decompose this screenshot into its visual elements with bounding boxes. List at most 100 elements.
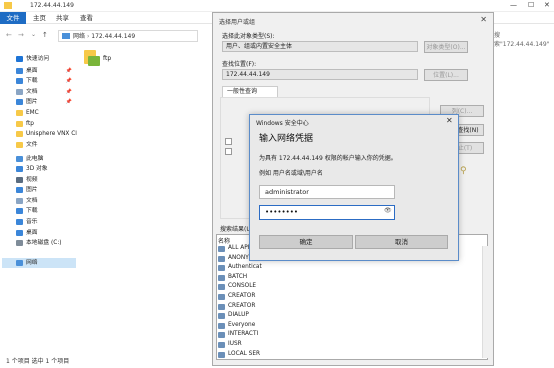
list-item[interactable]: CONSOLE — [218, 282, 338, 292]
sidebar-item-label: 音乐 — [26, 219, 38, 225]
sidebar-item[interactable]: 文档 — [2, 196, 76, 206]
minimize-icon[interactable]: — — [510, 1, 517, 9]
sidebar-item[interactable]: 桌面 📌 — [2, 66, 76, 76]
close-icon[interactable]: ✕ — [446, 116, 453, 125]
folder-icon — [16, 240, 23, 246]
tab-home[interactable]: 主页 — [33, 12, 46, 24]
list-item-label: CREATOR — [228, 302, 256, 309]
list-item-label: Everyone — [228, 321, 256, 328]
user-group-icon — [218, 284, 225, 291]
sidebar-item[interactable]: 文件 — [2, 140, 76, 150]
user-group-icon — [218, 342, 225, 348]
tab-share[interactable]: 共享 — [56, 12, 69, 24]
list-item-label: INTERACTI — [228, 331, 259, 338]
sidebar-item[interactable]: ftp — [2, 119, 76, 129]
sidebar-item-label: 文档 — [26, 198, 38, 204]
list-item[interactable]: CREATOR — [218, 292, 338, 302]
maximize-icon[interactable]: ☐ — [528, 1, 534, 9]
folder-icon — [16, 131, 23, 137]
sidebar-item[interactable]: 音乐 — [2, 217, 76, 227]
password-field[interactable]: •••••••• — [259, 205, 395, 220]
sidebar-item[interactable]: 桌面 — [2, 228, 76, 238]
sidebar-item-label: ftp — [26, 121, 34, 127]
folder-icon — [16, 166, 23, 172]
folder-icon — [16, 99, 23, 105]
sidebar-item[interactable]: 下载 — [2, 206, 76, 216]
sidebar-item[interactable]: Unisphere VNX Cl — [2, 129, 77, 139]
folder-icon — [16, 208, 23, 214]
status-bar: 1 个项目 选中 1 个项目 — [6, 358, 70, 365]
sidebar-item-label: 桌面 — [26, 68, 38, 74]
close-icon[interactable]: ✕ — [480, 15, 487, 24]
sidebar-item[interactable]: 网络 — [2, 258, 76, 268]
network-icon — [62, 33, 70, 39]
folder-icon — [16, 110, 23, 116]
search-icon: ⚲ — [460, 166, 467, 176]
sidebar-item-label: 图片 — [26, 99, 38, 105]
checkbox[interactable] — [225, 148, 232, 155]
list-item-label: DIALUP — [228, 312, 249, 319]
sidebar-item-label: 图片 — [26, 187, 38, 193]
folder-icon — [16, 260, 23, 266]
tab-view[interactable]: 查看 — [80, 12, 93, 24]
folder-icon — [16, 121, 23, 127]
username-field[interactable]: administrator — [259, 185, 395, 199]
close-icon[interactable]: ✕ — [544, 1, 550, 9]
breadcrumb-network[interactable]: 网络 — [73, 33, 85, 40]
list-item[interactable]: Everyone — [218, 321, 338, 331]
list-item[interactable]: INTERACTI — [218, 330, 338, 340]
list-item[interactable]: CREATOR — [218, 302, 338, 312]
sidebar-item[interactable]: 3D 对象 — [2, 164, 76, 174]
up-icon[interactable]: ↑ — [42, 31, 48, 39]
forward-icon[interactable]: → — [18, 31, 24, 39]
credentials-example: 例如 用户名或域\用户名 — [259, 170, 323, 177]
folder-icon — [16, 68, 23, 74]
sidebar-item[interactable]: 快速访问 — [2, 54, 76, 64]
folder-item-ftp[interactable]: ftp — [103, 55, 111, 62]
folder-icon — [16, 187, 23, 193]
list-item[interactable]: BATCH — [218, 273, 338, 283]
folder-icon — [16, 177, 23, 183]
sidebar-item[interactable]: 下载 📌 — [2, 76, 76, 86]
sidebar-item-label: 下载 — [26, 208, 38, 214]
list-item-label: ALL APP — [228, 245, 252, 251]
sidebar-item-label: 视频 — [26, 177, 38, 183]
credentials-heading: 输入网络凭据 — [259, 134, 314, 144]
sidebar-item[interactable]: 图片 — [2, 185, 76, 195]
tab-general-query[interactable]: 一般性查询 — [222, 86, 278, 97]
sidebar-item-label: Unisphere VNX Cl — [26, 131, 77, 137]
tab-file[interactable]: 文件 — [0, 12, 26, 24]
folder-icon — [16, 89, 23, 95]
breadcrumb-host[interactable]: 172.44.44.149 — [91, 33, 135, 40]
sidebar-item[interactable]: 此电脑 — [2, 154, 76, 164]
object-type-button[interactable]: 对象类型(O)... — [424, 41, 468, 53]
sidebar-item[interactable]: 本地磁盘 (C:) — [2, 238, 76, 248]
list-item-label: CREATOR — [228, 293, 256, 299]
user-group-icon — [218, 332, 225, 339]
reveal-password-icon[interactable]: 👁 — [384, 207, 392, 214]
list-item-label: IUSR — [228, 341, 242, 347]
sidebar-item[interactable]: 文档 📌 — [2, 87, 76, 97]
chevron-down-icon[interactable]: ⌄ — [31, 31, 36, 38]
sidebar-item-label: 3D 对象 — [26, 166, 48, 172]
sidebar-item-label: 快速访问 — [26, 56, 50, 62]
address-bar[interactable]: 网络 › 172.44.44.149 — [58, 30, 198, 42]
list-item[interactable]: Authenticat — [218, 263, 338, 273]
folder-icon — [16, 78, 23, 84]
sidebar-item-label: 网络 — [26, 260, 38, 266]
folder-icon — [16, 142, 23, 148]
ok-button[interactable]: 确定 — [259, 235, 353, 249]
cancel-button[interactable]: 取消 — [355, 235, 448, 249]
checkbox[interactable] — [225, 138, 232, 145]
back-icon[interactable]: ← — [6, 31, 12, 39]
location-button[interactable]: 位置(L)... — [424, 69, 468, 81]
sidebar-item[interactable]: 图片 📌 — [2, 97, 76, 107]
list-item[interactable]: IUSR — [218, 340, 338, 350]
list-item[interactable]: DIALUP — [218, 311, 338, 321]
window-titlebar: 172.44.44.149 — ☐ ✕ — [0, 0, 554, 12]
search-box[interactable]: 搜索"172.44.44.149" — [494, 30, 554, 48]
credentials-window-title: Windows 安全中心 — [256, 120, 309, 127]
scrollbar[interactable] — [482, 246, 488, 358]
sidebar-item[interactable]: 视频 — [2, 175, 76, 185]
sidebar-item[interactable]: EMC — [2, 108, 76, 118]
